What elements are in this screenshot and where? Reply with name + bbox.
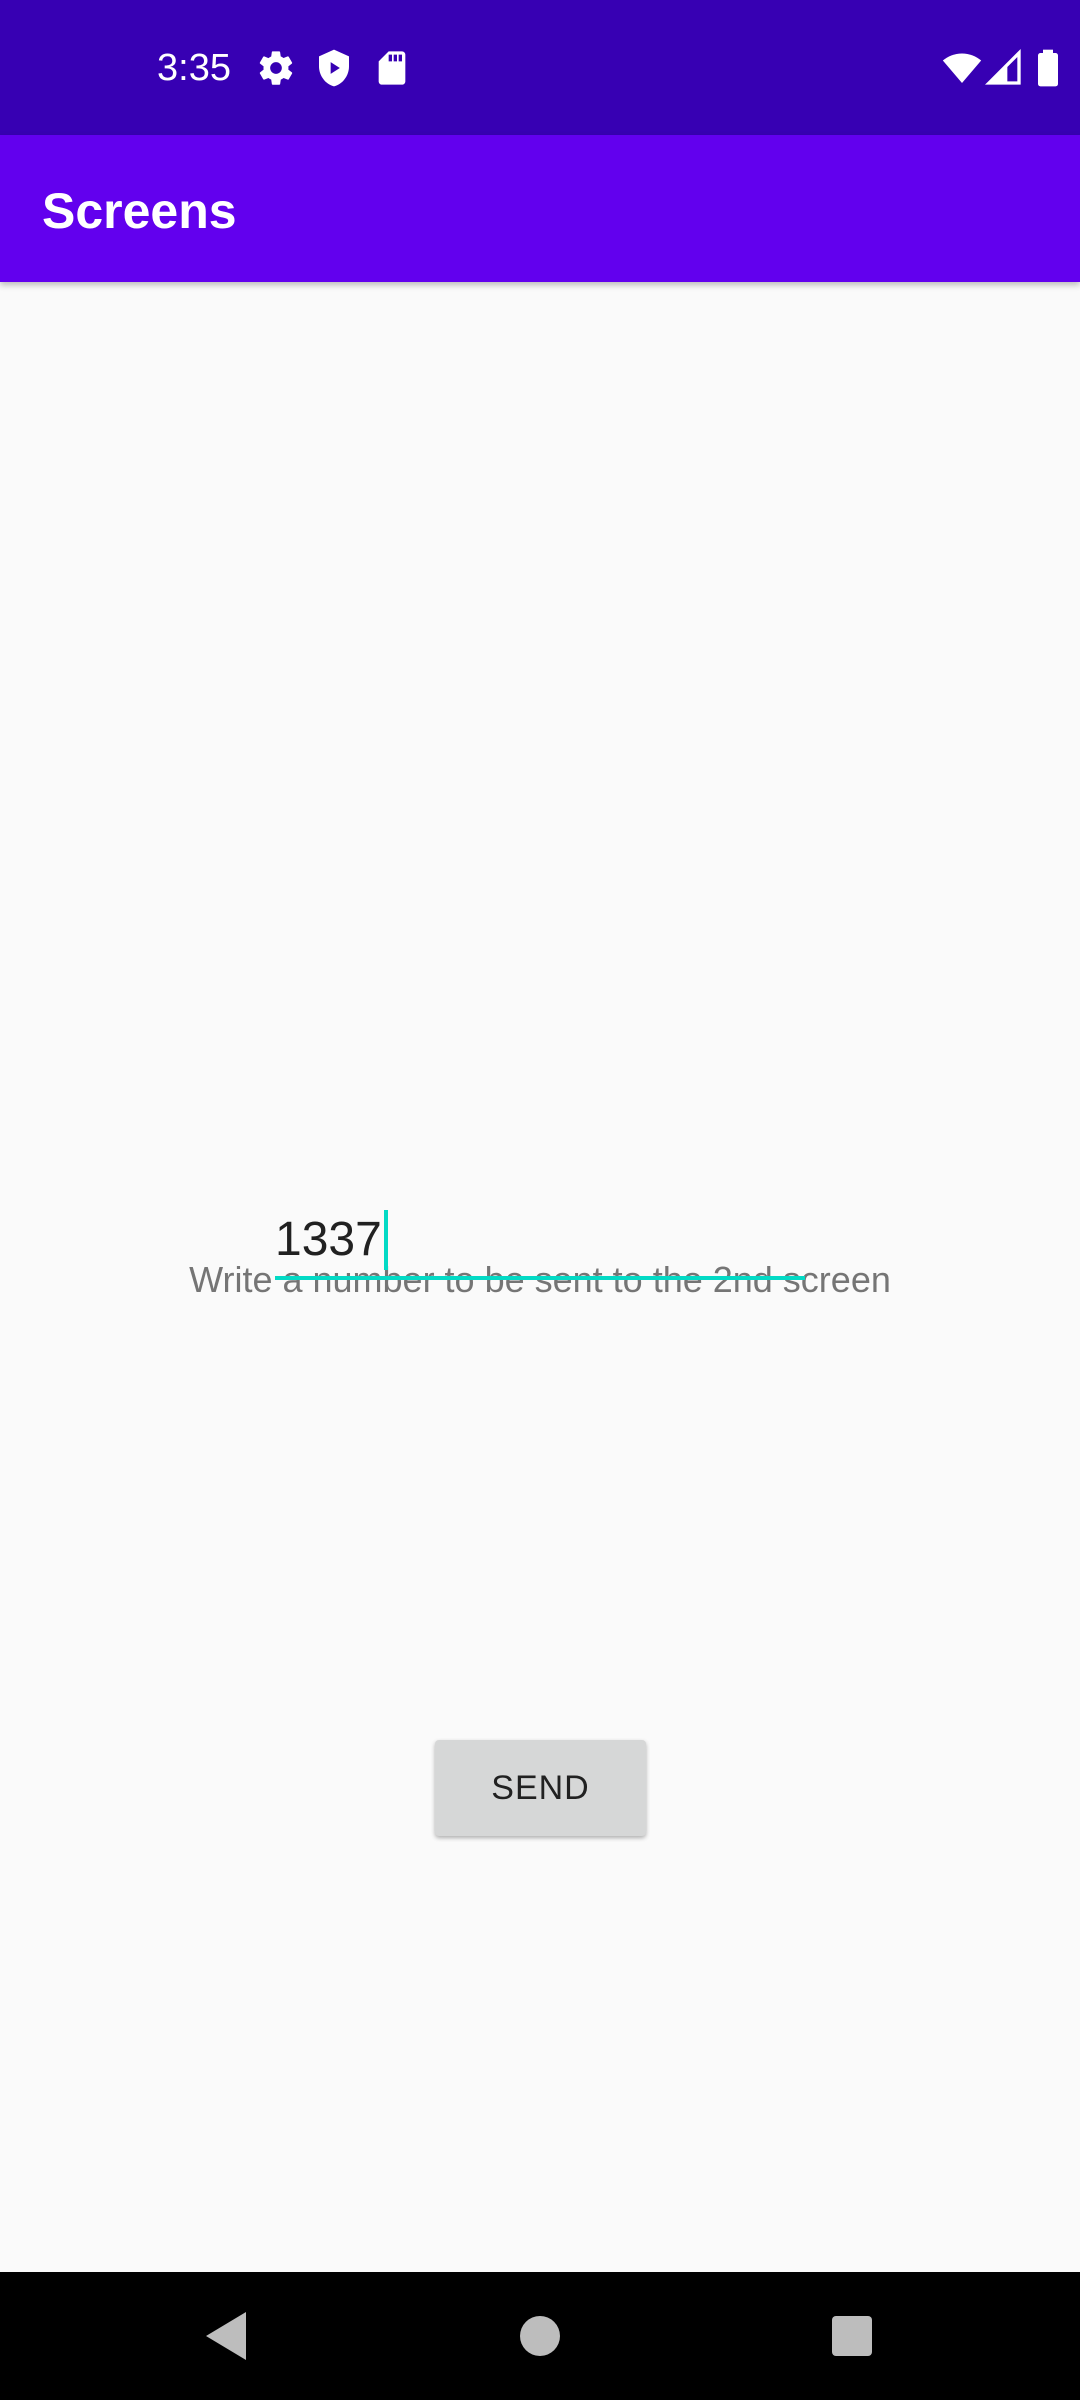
- home-icon[interactable]: [500, 2296, 580, 2376]
- number-input-value[interactable]: 1337: [275, 1210, 388, 1270]
- number-input-underline: [275, 1276, 805, 1280]
- app-bar: Screens: [0, 135, 1080, 282]
- status-time: 3:35: [157, 47, 231, 89]
- app-title: Screens: [42, 183, 237, 239]
- recents-icon[interactable]: [812, 2296, 892, 2376]
- battery-icon: [1030, 48, 1066, 88]
- signal-icon: [984, 48, 1024, 88]
- wifi-icon: [942, 48, 982, 88]
- shield-icon: [314, 48, 354, 88]
- send-button[interactable]: SEND: [435, 1740, 646, 1836]
- number-input-text[interactable]: 1337: [275, 1213, 382, 1266]
- navigation-bar: [0, 2272, 1080, 2400]
- number-input[interactable]: 1337: [275, 1200, 805, 1280]
- gear-icon: [256, 48, 296, 88]
- status-bar: 3:35: [0, 0, 1080, 135]
- sd-card-icon: [372, 48, 412, 88]
- text-cursor: [383, 1210, 388, 1270]
- back-icon[interactable]: [186, 2296, 266, 2376]
